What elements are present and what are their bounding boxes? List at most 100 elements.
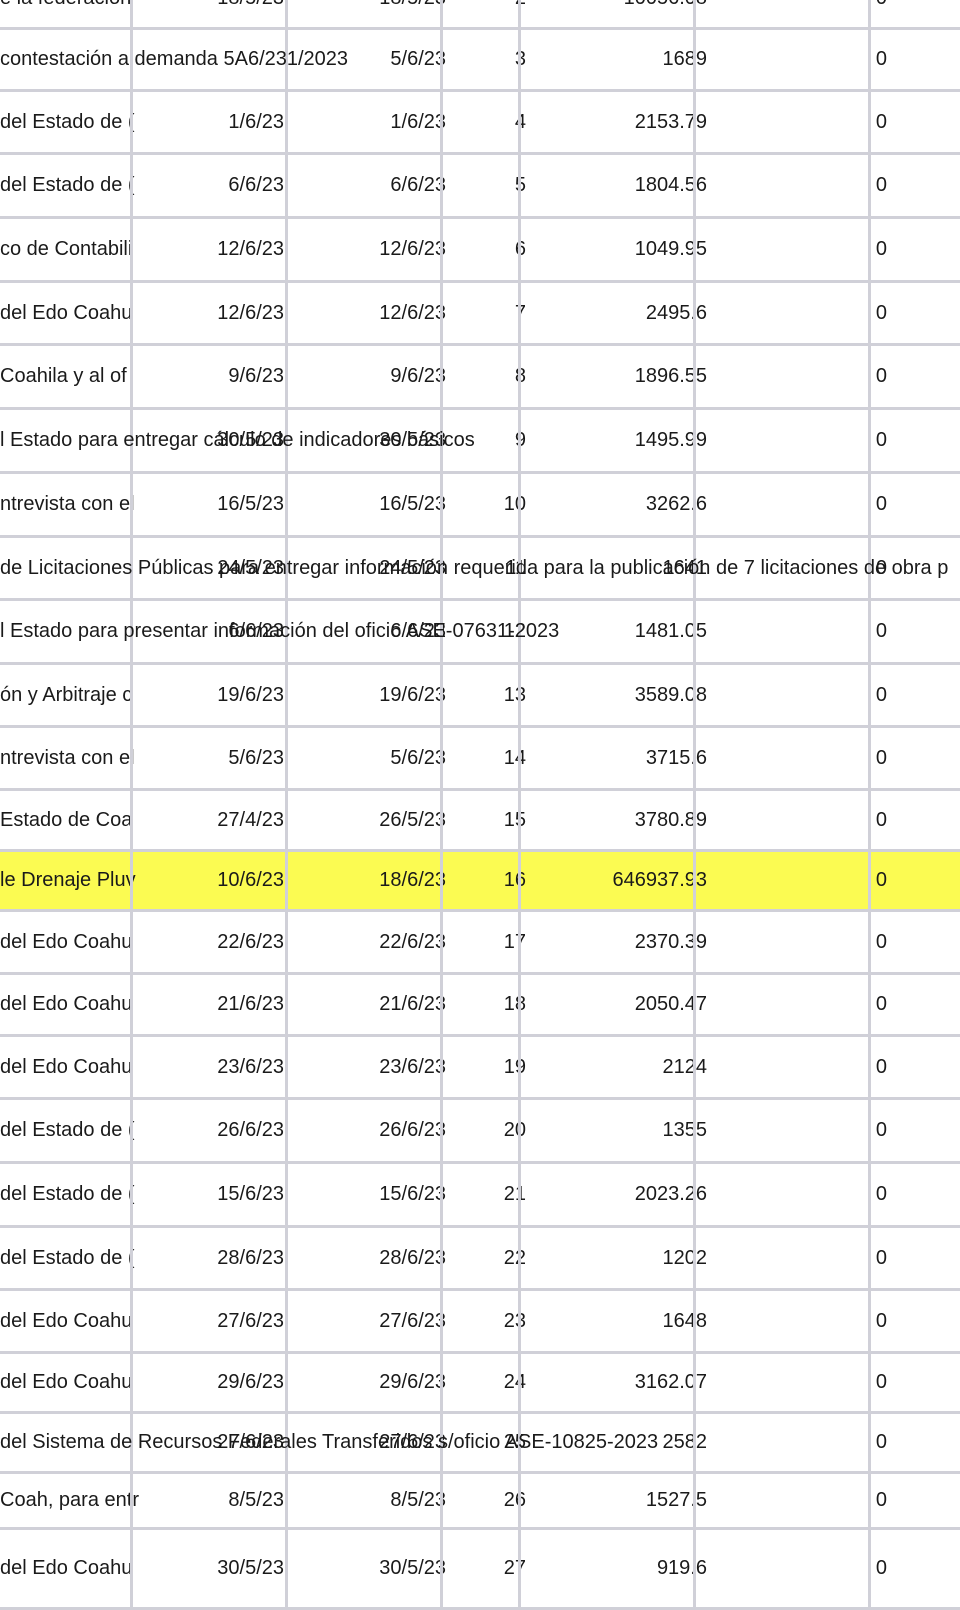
- cell-cero[interactable]: 0: [714, 155, 891, 216]
- cell-description[interactable]: ntrevista con el: [0, 474, 135, 535]
- cell-fecha-inicio[interactable]: 6/6/23: [133, 155, 288, 216]
- cell-importe[interactable]: 2124: [533, 1037, 711, 1097]
- cell-empty[interactable]: [894, 975, 960, 1034]
- cell-description[interactable]: e la federacion: [0, 0, 133, 27]
- table-row[interactable]: del Edo Coahu 27/6/23 27/6/23 23 1648 0: [0, 1291, 960, 1354]
- cell-fecha-fin[interactable]: 21/6/23: [291, 975, 450, 1034]
- table-row[interactable]: del Edo Coahu 21/6/23 21/6/23 18 2050.47 0: [0, 975, 960, 1037]
- cell-empty[interactable]: [894, 1414, 960, 1471]
- cell-empty[interactable]: [894, 912, 960, 972]
- cell-importe[interactable]: 1689: [533, 30, 711, 89]
- cell-empty[interactable]: [894, 665, 960, 725]
- table-row[interactable]: del Estado de (15/6/23 15/6/23 21 2023.26 0: [0, 1164, 960, 1228]
- table-row[interactable]: ntrevista con el 5/6/23 5/6/23 14 3715.6 0: [0, 728, 960, 791]
- cell-importe[interactable]: 919.6: [533, 1530, 711, 1607]
- cell-importe[interactable]: 3262.6: [533, 474, 711, 535]
- spreadsheet-grid[interactable]: e la federacion18/5/2318/5/23210056.080c…: [0, 0, 960, 1610]
- cell-importe[interactable]: 646937.93: [533, 852, 711, 909]
- cell-cero[interactable]: 0: [714, 975, 891, 1034]
- table-row[interactable]: del Estado de (1/6/231/6/2342153.790: [0, 92, 960, 155]
- cell-fecha-inicio[interactable]: 19/6/23: [133, 665, 288, 725]
- table-row[interactable]: del Edo Coahu 22/6/23 22/6/23 17 2370.39 0: [0, 912, 960, 975]
- cell-empty[interactable]: [894, 1037, 960, 1097]
- table-row[interactable]: l Estado para entregar cálculo de indica…: [0, 410, 960, 474]
- table-row[interactable]: Estado de Coa 27/4/23 26/5/23 15 3780.89 0: [0, 791, 960, 852]
- cell-fecha-inicio[interactable]: 23/6/23: [133, 1037, 288, 1097]
- cell-description[interactable]: del Estado de (: [0, 92, 135, 152]
- cell-empty[interactable]: [894, 852, 960, 909]
- cell-cero[interactable]: 0: [714, 1164, 891, 1225]
- cell-fecha-inicio[interactable]: 29/6/23: [133, 1354, 288, 1411]
- cell-empty[interactable]: [894, 1228, 960, 1288]
- cell-description[interactable]: del Estado de (: [0, 1100, 135, 1161]
- cell-fecha-fin[interactable]: 6/6/23: [291, 155, 450, 216]
- cell-fecha-fin[interactable]: 18/6/23: [291, 852, 450, 909]
- cell-fecha-fin[interactable]: 18/5/23: [291, 0, 450, 27]
- cell-description[interactable]: ón y Arbitraje c: [0, 665, 133, 725]
- cell-fecha-fin[interactable]: 30/5/23: [291, 1530, 450, 1607]
- cell-description[interactable]: del Edo Coahu: [0, 1291, 133, 1351]
- table-row[interactable]: e la federacion18/5/2318/5/23210056.080: [0, 0, 960, 30]
- table-row[interactable]: l Estado para presentar información del …: [0, 601, 960, 665]
- cell-importe[interactable]: 2495.6: [533, 283, 711, 343]
- cell-description[interactable]: del Edo Coahu: [0, 1037, 133, 1097]
- cell-cero[interactable]: 0: [714, 410, 891, 471]
- cell-fecha-inicio[interactable]: 27/4/23: [133, 791, 288, 849]
- cell-fecha-inicio[interactable]: 10/6/23: [133, 852, 288, 909]
- cell-cero[interactable]: 0: [714, 283, 891, 343]
- cell-description[interactable]: del Sistema de Recursos Federales Transf…: [0, 1414, 658, 1471]
- table-row[interactable]: contestación a demanda 5A6/231/2023 5/6/2…: [0, 30, 960, 92]
- cell-description[interactable]: ntrevista con el: [0, 728, 135, 788]
- cell-fecha-fin[interactable]: 1/6/23: [291, 92, 450, 152]
- cell-fecha-inicio[interactable]: 8/5/23: [133, 1474, 288, 1527]
- table-row[interactable]: del Estado de (26/6/23 26/6/23 20 1355 0: [0, 1100, 960, 1164]
- cell-empty[interactable]: [894, 1530, 960, 1607]
- cell-description[interactable]: Estado de Coa: [0, 791, 133, 849]
- cell-description[interactable]: le Drenaje Pluv: [0, 852, 136, 909]
- cell-empty[interactable]: [894, 1164, 960, 1225]
- cell-importe[interactable]: 1481.05: [533, 601, 711, 662]
- cell-fecha-fin[interactable]: 28/6/23: [291, 1228, 450, 1288]
- cell-fecha-fin[interactable]: 8/5/23: [291, 1474, 450, 1527]
- cell-cero[interactable]: 0: [714, 1414, 891, 1471]
- cell-description[interactable]: del Edo Coahu: [0, 1530, 133, 1607]
- cell-description[interactable]: del Estado de (: [0, 1228, 135, 1288]
- cell-importe[interactable]: 1648: [533, 1291, 711, 1351]
- cell-importe[interactable]: 3162.07: [533, 1354, 711, 1411]
- cell-description[interactable]: co de Contabili: [0, 219, 133, 280]
- cell-cero[interactable]: 0: [714, 346, 891, 407]
- cell-fecha-fin[interactable]: 19/6/23: [291, 665, 450, 725]
- cell-fecha-inicio[interactable]: 1/6/23: [133, 92, 288, 152]
- cell-empty[interactable]: [894, 155, 960, 216]
- cell-fecha-inicio[interactable]: 22/6/23: [133, 912, 288, 972]
- cell-fecha-inicio[interactable]: 27/6/23: [133, 1291, 288, 1351]
- cell-cero[interactable]: 0: [714, 601, 891, 662]
- cell-importe[interactable]: 2153.79: [533, 92, 711, 152]
- cell-empty[interactable]: [894, 283, 960, 343]
- cell-empty[interactable]: [894, 219, 960, 280]
- cell-importe[interactable]: 1527.5: [533, 1474, 711, 1527]
- cell-empty[interactable]: [894, 0, 960, 27]
- cell-description[interactable]: del Estado de (: [0, 155, 135, 216]
- cell-importe[interactable]: 1202: [533, 1228, 711, 1288]
- table-row[interactable]: del Estado de (28/6/23 28/6/23 22 1202 0: [0, 1228, 960, 1291]
- cell-cero[interactable]: 0: [714, 1530, 891, 1607]
- cell-fecha-inicio[interactable]: 16/5/23: [133, 474, 288, 535]
- cell-cero[interactable]: 0: [714, 1474, 891, 1527]
- cell-fecha-inicio[interactable]: 15/6/23: [133, 1164, 288, 1225]
- cell-description[interactable]: l Estado para entregar cálculo de indica…: [0, 410, 475, 471]
- cell-description[interactable]: l Estado para presentar información del …: [0, 601, 559, 662]
- cell-importe[interactable]: 3589.08: [533, 665, 711, 725]
- cell-fecha-fin[interactable]: 27/6/23: [291, 1291, 450, 1351]
- cell-empty[interactable]: [894, 30, 960, 89]
- cell-cero[interactable]: 0: [714, 0, 891, 27]
- cell-cero[interactable]: 0: [714, 1037, 891, 1097]
- cell-fecha-inicio[interactable]: 9/6/23: [133, 346, 288, 407]
- table-row-highlighted[interactable]: le Drenaje Pluv 10/6/23 18/6/23 16 646937.93…: [0, 852, 960, 912]
- cell-fecha-fin[interactable]: 23/6/23: [291, 1037, 450, 1097]
- cell-description[interactable]: del Edo Coahu: [0, 912, 133, 972]
- cell-fecha-fin[interactable]: 15/6/23: [291, 1164, 450, 1225]
- cell-description[interactable]: contestación a demanda 5A6/231/2023: [0, 30, 348, 89]
- cell-description[interactable]: Coah, para entr: [0, 1474, 139, 1527]
- cell-description[interactable]: del Estado de (: [0, 1164, 135, 1225]
